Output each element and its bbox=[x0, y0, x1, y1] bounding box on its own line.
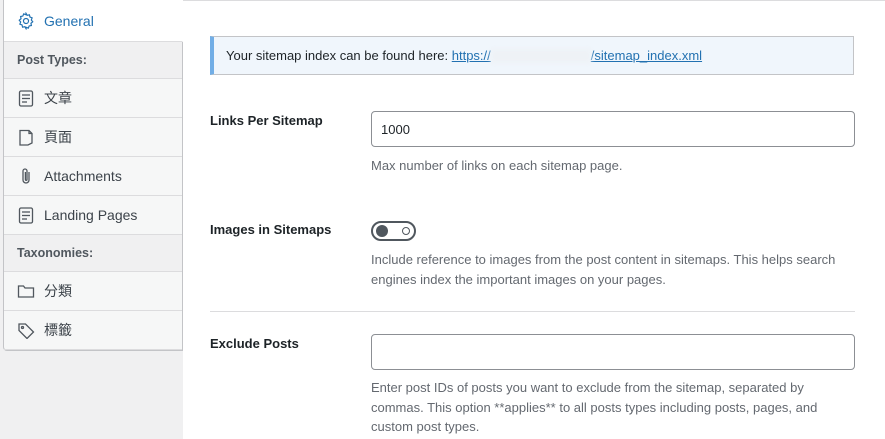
sidebar-item-landing-pages[interactable]: Landing Pages bbox=[4, 196, 182, 235]
sitemap-index-link[interactable]: https:// /sitemap_index.xml bbox=[452, 48, 702, 64]
page-icon bbox=[17, 128, 35, 146]
sidebar-item-label: 頁面 bbox=[44, 129, 72, 145]
section-divider bbox=[210, 311, 855, 312]
post-types-heading: Post Types: bbox=[4, 42, 182, 79]
sitemap-link-suffix: /sitemap_index.xml bbox=[590, 47, 703, 63]
sidebar-item-label: Landing Pages bbox=[44, 207, 138, 223]
sidebar-item-label: Attachments bbox=[44, 168, 122, 184]
sidebar-item-label: General bbox=[44, 12, 94, 29]
settings-content: Your sitemap index can be found here: ht… bbox=[183, 0, 885, 439]
landing-page-icon bbox=[17, 206, 35, 224]
exclude-posts-input[interactable] bbox=[371, 334, 855, 370]
tag-icon bbox=[17, 321, 35, 339]
sidebar-item-attachments[interactable]: Attachments bbox=[4, 157, 182, 196]
sidebar-item-categories[interactable]: 分類 bbox=[4, 272, 182, 311]
sidebar-item-tags[interactable]: 標籤 bbox=[4, 311, 182, 350]
redacted-domain bbox=[490, 49, 591, 64]
exclude-posts-help: Enter post IDs of posts you want to excl… bbox=[371, 380, 818, 434]
images-in-sitemaps-toggle[interactable] bbox=[371, 221, 416, 241]
toggle-off-indicator bbox=[402, 227, 410, 235]
taxonomies-heading: Taxonomies: bbox=[4, 235, 182, 272]
post-icon bbox=[17, 89, 35, 107]
settings-nav: General Post Types: 文章 頁面 Attachments La… bbox=[3, 0, 183, 351]
gear-icon bbox=[17, 11, 35, 30]
links-per-sitemap-help: Max number of links on each sitemap page… bbox=[371, 158, 623, 173]
paperclip-icon bbox=[17, 167, 35, 185]
sitemap-notice: Your sitemap index can be found here: ht… bbox=[210, 36, 854, 75]
folder-icon bbox=[17, 282, 35, 300]
links-per-sitemap-input[interactable] bbox=[371, 111, 855, 147]
notice-text: Your sitemap index can be found here: bbox=[226, 48, 449, 63]
images-in-sitemaps-label: Images in Sitemaps bbox=[210, 222, 332, 237]
sidebar-item-label: 文章 bbox=[44, 90, 72, 106]
sidebar-item-label: 分類 bbox=[44, 283, 72, 299]
settings-sidebar: General Post Types: 文章 頁面 Attachments La… bbox=[0, 0, 183, 439]
images-in-sitemaps-help: Include reference to images from the pos… bbox=[371, 252, 836, 287]
sidebar-item-general[interactable]: General bbox=[4, 0, 183, 42]
sidebar-item-pages[interactable]: 頁面 bbox=[4, 118, 182, 157]
sidebar-item-label: 標籤 bbox=[44, 322, 72, 338]
exclude-posts-label: Exclude Posts bbox=[210, 336, 299, 351]
links-per-sitemap-label: Links Per Sitemap bbox=[210, 113, 323, 128]
sitemap-link-prefix: https:// bbox=[451, 47, 491, 63]
sidebar-item-posts[interactable]: 文章 bbox=[4, 79, 182, 118]
toggle-knob bbox=[376, 225, 388, 237]
